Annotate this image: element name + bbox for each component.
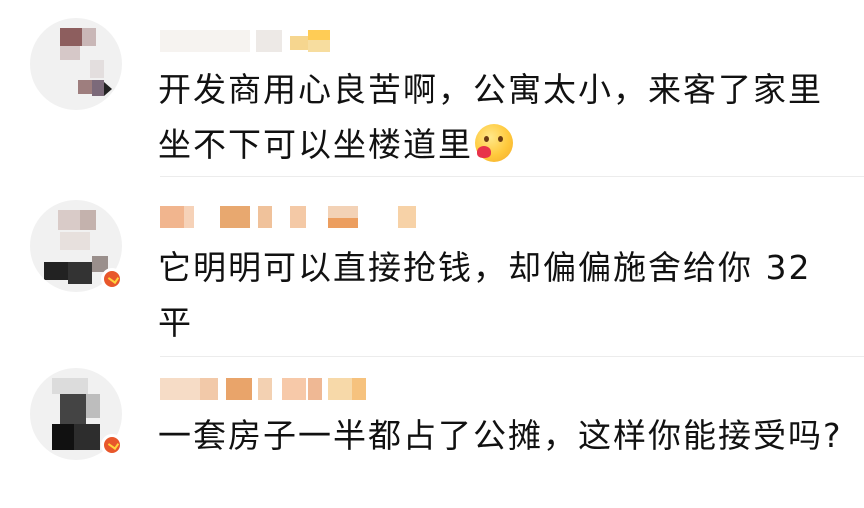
comment-text: 它明明可以直接抢钱，却偏偏施舍给你 32 平 <box>158 248 812 342</box>
smiling-face-with-heart-emoji-icon <box>475 124 513 162</box>
comment-list: 开发商用心良苦啊，公寓太小，来客了家里坐不下可以坐楼道里 它明明可以直接抢钱，却… <box>0 0 864 508</box>
username-blurred[interactable] <box>160 30 440 52</box>
comment-text: 一套房子一半都占了公摊，这样你能接受吗? <box>158 416 843 455</box>
username-blurred[interactable] <box>160 206 440 228</box>
chevron-right-icon <box>104 82 112 96</box>
avatar[interactable] <box>30 18 122 110</box>
verified-badge-icon <box>101 268 123 290</box>
comment-item: 开发商用心良苦啊，公寓太小，来客了家里坐不下可以坐楼道里 <box>0 0 864 175</box>
verified-badge-icon <box>101 434 123 456</box>
comment-item: 它明明可以直接抢钱，却偏偏施舍给你 32 平 <box>0 176 864 356</box>
comment-text: 开发商用心良苦啊，公寓太小，来客了家里坐不下可以坐楼道里 <box>158 70 823 164</box>
username-blurred[interactable] <box>160 378 440 400</box>
comment-item: 一套房子一半都占了公摊，这样你能接受吗? <box>0 356 864 508</box>
